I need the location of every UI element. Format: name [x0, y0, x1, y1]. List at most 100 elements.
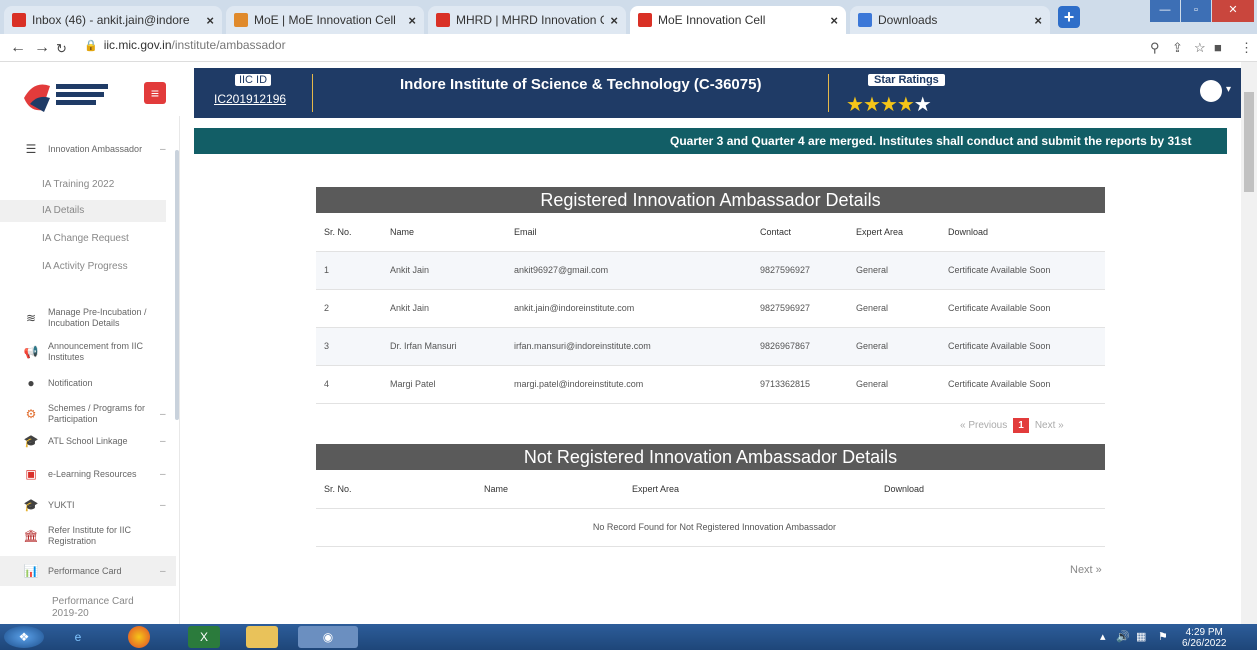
cell-contact: 9827596927: [752, 251, 848, 290]
cell-sr: 1: [316, 251, 382, 290]
sidebar-scrollbar[interactable]: [175, 150, 179, 420]
close-icon[interactable]: ×: [206, 13, 214, 28]
star-icon: ★: [879, 94, 898, 116]
share-icon[interactable]: ⇪: [1172, 40, 1183, 56]
not-registered-title: Not Registered Innovation Ambassador Det…: [316, 444, 1105, 470]
institute-name: Indore Institute of Science & Technology…: [400, 76, 762, 93]
bookmark-star-icon[interactable]: ☆: [1194, 40, 1206, 56]
menu-kebab-icon[interactable]: ⋮: [1240, 40, 1253, 56]
registered-table: Sr. No. Name Email Contact Expert Area D…: [316, 213, 1105, 404]
maximize-button[interactable]: ▫: [1181, 0, 1211, 22]
start-button-icon[interactable]: ❖: [4, 626, 44, 648]
sidebar-item-innovation-ambassador[interactable]: ☰ Innovation Ambassador –: [0, 134, 176, 164]
chrome-taskbar-button[interactable]: ◉: [298, 626, 358, 648]
url-field[interactable]: 🔒 iic.mic.gov.in/institute/ambassador: [84, 38, 286, 52]
cell-sr: 2: [316, 289, 382, 328]
flag-icon[interactable]: ⚑: [1158, 630, 1168, 643]
extensions-icon[interactable]: ■: [1214, 40, 1222, 55]
page-scrollbar[interactable]: [1241, 62, 1257, 624]
user-avatar-icon[interactable]: [1200, 80, 1222, 102]
cell-name: Ankit Jain: [382, 251, 506, 290]
sidebar-sub-ia-training[interactable]: IA Training 2022: [0, 174, 166, 196]
list-icon: ☰: [25, 142, 37, 156]
moe-icon: [234, 13, 248, 27]
browser-tab-active[interactable]: MoE Innovation Cell ×: [630, 6, 846, 34]
browser-tab-strip: Inbox (46) - ankit.jain@indore × MoE | M…: [0, 0, 1257, 34]
sidebar-sub-performance-card[interactable]: Performance Card 2019-20: [52, 596, 162, 620]
back-icon[interactable]: ←: [10, 39, 26, 57]
divider: [312, 74, 313, 112]
cell-sr: 3: [316, 327, 382, 366]
excel-icon[interactable]: X: [188, 626, 220, 648]
table-row: 4 Margi Patel margi.patel@indoreinstitut…: [316, 365, 1105, 404]
cell-expert-area: General: [848, 327, 940, 366]
table-header-row: Sr. No. Name Email Contact Expert Area D…: [316, 213, 1105, 252]
chevron-down-icon[interactable]: ▾: [1226, 84, 1231, 95]
minimize-button[interactable]: —: [1150, 0, 1180, 22]
mortarboard-icon: 🎓: [23, 498, 39, 512]
iic-id-label: IIC ID: [235, 74, 271, 86]
column-header: Email: [506, 213, 752, 252]
close-icon[interactable]: ×: [610, 13, 618, 28]
folder-icon[interactable]: [246, 626, 278, 648]
address-bar: ← → ↻ 🔒 iic.mic.gov.in/institute/ambassad…: [0, 34, 1257, 62]
table-row: 2 Ankit Jain ankit.jain@indoreinstitute.…: [316, 289, 1105, 328]
previous-page-link[interactable]: « Previous: [960, 420, 1007, 431]
iic-id-link[interactable]: IC201912196: [214, 92, 286, 106]
close-icon[interactable]: ×: [408, 13, 416, 28]
presentation-icon: ▣: [25, 467, 37, 481]
network-icon[interactable]: ▦: [1136, 630, 1146, 643]
stack-icon: ≋: [25, 311, 37, 325]
sidebar-item-refer[interactable]: 🏛 Refer Institute for IIC Registration: [0, 524, 176, 548]
tray-arrow-icon[interactable]: ▴: [1100, 630, 1106, 643]
reload-icon[interactable]: ↻: [56, 41, 67, 57]
mic-icon: [436, 13, 450, 27]
cell-expert-area: General: [848, 251, 940, 290]
browser-tab-gmail[interactable]: Inbox (46) - ankit.jain@indore ×: [4, 6, 222, 34]
sidebar-item-yukti[interactable]: 🎓 YUKTI –: [0, 496, 176, 514]
cell-download: Certificate Available Soon: [940, 289, 1105, 328]
star-icon: ★: [862, 94, 881, 116]
mortarboard-icon: 🎓: [23, 434, 39, 448]
chevron-icon: –: [160, 143, 166, 155]
browser-tab-moe[interactable]: MoE | MoE Innovation Cell ×: [226, 6, 424, 34]
sidebar-item-pre-incubation[interactable]: ≋ Manage Pre-Incubation / Incubation Det…: [0, 306, 176, 330]
sidebar-item-announcement[interactable]: 📢 Announcement from IIC Institutes: [0, 340, 176, 364]
browser-tab-mhrd[interactable]: MHRD | MHRD Innovation Ce ×: [428, 6, 626, 34]
sidebar-item-notification[interactable]: ● Notification: [0, 374, 176, 392]
sidebar-item-atl[interactable]: 🎓 ATL School Linkage –: [0, 432, 176, 450]
notice-banner: Quarter 3 and Quarter 4 are merged. Inst…: [194, 128, 1227, 174]
sidebar-item-elearning[interactable]: ▣ e-Learning Resources –: [0, 464, 176, 484]
scrollbar-thumb[interactable]: [1244, 92, 1254, 192]
forward-icon[interactable]: →: [34, 39, 50, 57]
column-header: Download: [876, 470, 1105, 509]
close-window-button[interactable]: ✕: [1212, 0, 1254, 22]
chrome-icon[interactable]: [128, 626, 150, 648]
next-page-link[interactable]: Next »: [1035, 420, 1064, 431]
close-icon[interactable]: ×: [1034, 13, 1042, 28]
sidebar-item-performance[interactable]: 📊 Performance Card –: [0, 556, 176, 586]
page-current[interactable]: 1: [1013, 418, 1029, 433]
sidebar-sub-ia-details[interactable]: IA Details: [0, 200, 166, 222]
download-icon: [858, 13, 872, 27]
zoom-icon[interactable]: ⚲: [1150, 40, 1160, 56]
sidebar-sub-ia-change-request[interactable]: IA Change Request: [0, 228, 166, 250]
column-header: Name: [382, 213, 506, 252]
chart-icon: 📊: [23, 564, 39, 578]
volume-icon[interactable]: 🔊: [1116, 630, 1130, 643]
chevron-icon: –: [160, 408, 166, 420]
menu-toggle-button[interactable]: ≡: [144, 82, 166, 104]
close-icon[interactable]: ×: [830, 13, 838, 28]
mic-icon: [638, 13, 652, 27]
browser-tab-downloads[interactable]: Downloads ×: [850, 6, 1050, 34]
sidebar-item-schemes[interactable]: ⚙ Schemes / Programs for Participation –: [0, 402, 176, 426]
star-rating: ★★★★★: [846, 92, 932, 117]
cell-download: Certificate Available Soon: [940, 365, 1105, 404]
chevron-icon: –: [160, 435, 166, 447]
ie-icon[interactable]: e: [62, 626, 94, 648]
new-tab-button[interactable]: +: [1058, 6, 1080, 28]
next-page-link[interactable]: Next »: [1070, 564, 1102, 576]
taskbar-clock[interactable]: 4:29 PM 6/26/2022: [1182, 627, 1227, 649]
sidebar: ☰ Innovation Ambassador – IA Training 20…: [0, 116, 180, 624]
sidebar-sub-ia-activity[interactable]: IA Activity Progress: [0, 256, 166, 278]
